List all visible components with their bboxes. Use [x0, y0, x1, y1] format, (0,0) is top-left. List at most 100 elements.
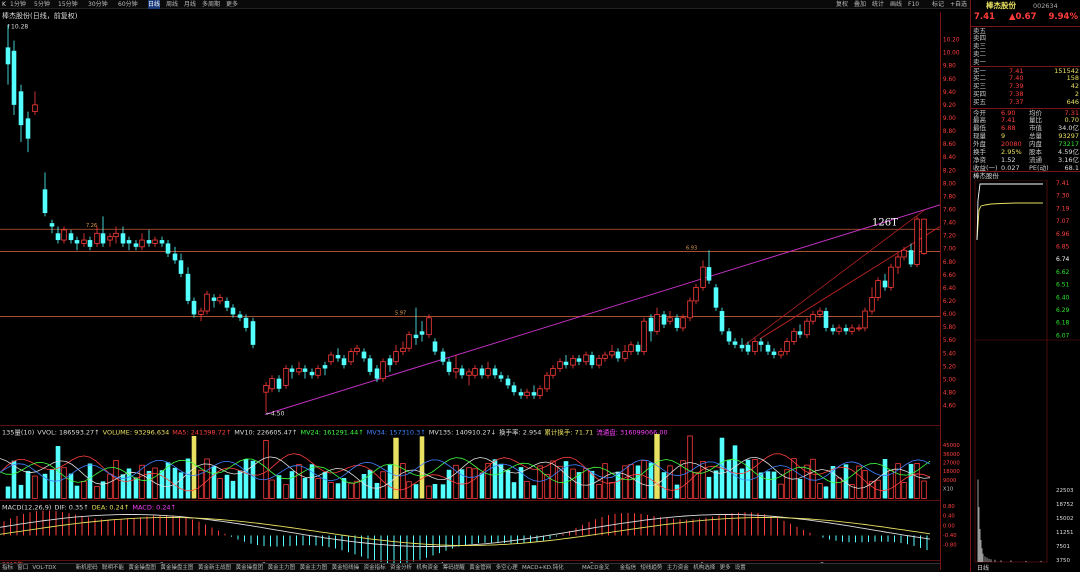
- indicator-tab[interactable]: 多空心理: [496, 564, 518, 572]
- indicator-tab[interactable]: 新机密码: [76, 564, 98, 572]
- volume-bar: [524, 480, 530, 499]
- price-tick: 4.60: [943, 404, 956, 410]
- candle-body: [315, 368, 321, 376]
- mini-chart-title: 棒杰股份: [973, 172, 999, 180]
- toolbar-button[interactable]: 叠加: [854, 0, 866, 9]
- candle-body: [661, 314, 667, 325]
- indicator-tab[interactable]: MACD+KD.钝化: [522, 564, 564, 572]
- period-tab[interactable]: 30分钟: [88, 0, 108, 9]
- candle-body: [413, 334, 419, 339]
- volume-bar: [901, 482, 907, 499]
- toolbar-button[interactable]: 画线: [890, 0, 902, 9]
- toolbar-button[interactable]: F10: [908, 0, 919, 9]
- volume-bar: [914, 463, 920, 499]
- indicator-tab[interactable]: 设置: [735, 564, 746, 572]
- stat-label: 市值: [1029, 124, 1042, 132]
- period-tab[interactable]: 多周期: [202, 0, 220, 9]
- mini-price-tick: 6.74: [1056, 256, 1070, 263]
- indicator-tab[interactable]: 资金指标: [364, 564, 386, 572]
- kline-chart[interactable]: 7.26 6.93 5.97 ↑10.28 ←4.50 126T 135量(10) VVOL:…: [0, 12, 940, 570]
- price-tick: 8.20: [943, 168, 956, 174]
- period-tab[interactable]: 15分钟: [58, 0, 78, 9]
- indicator-tab[interactable]: 主力资金: [667, 564, 689, 572]
- indicator-tab[interactable]: 机构选择: [693, 564, 715, 572]
- candle-body: [322, 365, 328, 369]
- volume-bar: [432, 484, 438, 499]
- mini-volume-tick: 11251: [1056, 530, 1074, 536]
- indicator-tab[interactable]: 指标: [2, 564, 13, 572]
- intraday-mini-chart[interactable]: 7.41 7.30 7.19 7.07 6.96 6.85 6.74 6.62 6.51 6.40…: [971, 180, 1080, 572]
- toolbar-button[interactable]: 复权: [836, 0, 848, 9]
- quote-panel: 棒杰股份 002634 7.41 ▲0.67 9.94% 棒杰股份 7.41 7.…: [970, 0, 1080, 572]
- mini-price-tick: 6.07: [1056, 332, 1070, 339]
- volume-bar: [765, 471, 771, 499]
- indicator-tab[interactable]: 机构资金: [416, 564, 438, 572]
- mini-price-tick: 6.29: [1056, 307, 1070, 314]
- indicator-tab[interactable]: 筹码提醒: [443, 564, 465, 572]
- candle-body: [133, 243, 139, 247]
- candle-body: [505, 378, 511, 386]
- candle-body: [432, 341, 438, 352]
- period-tab[interactable]: 日线: [148, 0, 161, 9]
- indicator-tab[interactable]: 短线趋势: [640, 564, 662, 572]
- candle-body: [61, 229, 67, 241]
- indicator-tab[interactable]: 资金分析: [390, 564, 412, 572]
- indicator-tab[interactable]: 黄金操盘图: [128, 564, 156, 572]
- volume-bar: [797, 478, 803, 499]
- volume-bar: [387, 464, 393, 499]
- stat-label: 最低: [973, 124, 986, 132]
- indicator-tab[interactable]: 聪明不能: [102, 564, 124, 572]
- volume-bar: [289, 471, 295, 499]
- indicator-tab[interactable]: 黄金主力图: [268, 564, 296, 572]
- indicator-tab[interactable]: 更多: [720, 564, 731, 572]
- price-tick: 9.80: [943, 64, 956, 70]
- indicator-tab[interactable]: VOL-TDX: [32, 564, 56, 572]
- indicator-tab[interactable]: 黄金操盘主图: [160, 564, 193, 572]
- indicator-tab[interactable]: MACD金叉: [582, 564, 610, 572]
- candle-body: [888, 266, 894, 288]
- candle-body: [667, 317, 673, 322]
- toolbar-button[interactable]: 统计: [872, 0, 884, 9]
- volume-bar: [419, 436, 425, 499]
- candle-body: [49, 223, 55, 227]
- candle-body: [94, 232, 100, 244]
- volume-indicator-line: 135量(10) VVOL: 186593.27↑ VOLUME: 93296.63…: [2, 428, 668, 437]
- candle-body: [146, 240, 152, 244]
- indicator-tab[interactable]: 黄金新主战图: [198, 564, 231, 572]
- candle-body: [778, 351, 784, 356]
- bid-volume: 2: [1074, 90, 1079, 98]
- candle-body: [518, 392, 524, 396]
- indicator-tab[interactable]: 黄金主力图: [300, 564, 328, 572]
- candle-body: [901, 249, 907, 258]
- candle-body: [674, 317, 680, 328]
- period-tab[interactable]: 1分钟: [10, 0, 26, 9]
- period-tab[interactable]: 周线: [166, 0, 178, 9]
- indicator-tab[interactable]: 黄金管网: [469, 564, 491, 572]
- price-tick: 10.00: [943, 51, 960, 57]
- bid-volume: 158: [1066, 74, 1079, 82]
- volume-bar: [622, 465, 628, 499]
- macd-value: MACD(12,26,9): [2, 504, 51, 512]
- candle-body: [732, 341, 738, 345]
- volume-bar: [296, 464, 302, 499]
- indicator-tab[interactable]: 黄金短线操: [332, 564, 360, 572]
- period-tab[interactable]: 60分钟: [118, 0, 138, 9]
- toolbar-button[interactable]: 标记: [932, 0, 944, 9]
- volume-bar: [804, 464, 810, 499]
- mini-volume-tick: 15002: [1056, 516, 1074, 522]
- toolbar-button[interactable]: +自选: [950, 0, 967, 9]
- volume-bar: [836, 477, 842, 499]
- volume-bar: [322, 472, 328, 499]
- candle-body: [335, 354, 341, 359]
- candle-body: [739, 344, 745, 349]
- indicator-tab[interactable]: 窗口: [17, 564, 28, 572]
- period-tab[interactable]: 更多: [226, 0, 238, 9]
- period-tab[interactable]: 5分钟: [34, 0, 50, 9]
- indicator-tab[interactable]: 金指信: [620, 564, 637, 572]
- volume-bar: [133, 477, 139, 499]
- indicator-tab[interactable]: 黄金操盘团: [236, 564, 264, 572]
- volume-bar: [367, 469, 373, 499]
- candle-body: [243, 317, 249, 328]
- period-tab[interactable]: 月线: [184, 0, 196, 9]
- candle-body: [713, 287, 719, 308]
